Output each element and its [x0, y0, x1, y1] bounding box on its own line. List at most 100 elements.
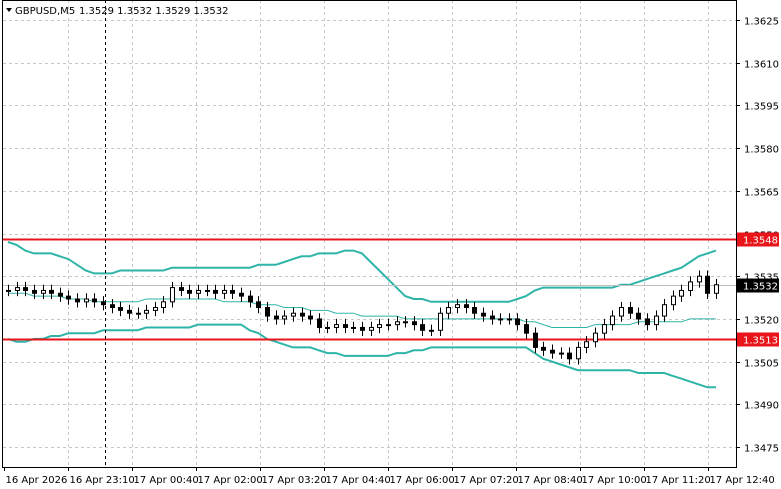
candle-body	[714, 284, 719, 294]
candle-body	[58, 292, 63, 297]
candle-body	[446, 307, 451, 314]
candle-body	[15, 287, 20, 291]
candle-body	[265, 307, 270, 317]
candle-body	[541, 346, 546, 351]
candle-body	[196, 289, 201, 294]
candle-body	[23, 287, 28, 291]
x-tick-label: 17 Apr 10:00	[582, 475, 647, 486]
candle-body	[205, 289, 210, 292]
candle-body	[705, 275, 710, 294]
candle-body	[127, 309, 132, 314]
candle-body	[395, 321, 400, 326]
candle-body	[515, 318, 520, 326]
candle-body	[420, 324, 425, 331]
candle-body	[291, 312, 296, 317]
y-tick-label: 1.3595	[744, 102, 779, 113]
candle-body	[334, 324, 339, 328]
candle-body	[576, 346, 581, 360]
candle-body	[464, 304, 469, 309]
candle-body	[84, 298, 89, 303]
candle-body	[144, 309, 149, 314]
symbol-label: GBPUSD,M5	[15, 6, 75, 17]
x-tick-label: 17 Apr 07:20	[454, 475, 519, 486]
candle-body	[481, 312, 486, 317]
candle-body	[697, 275, 702, 283]
candle-body	[179, 287, 184, 291]
candle-body	[377, 324, 382, 328]
x-tick-label: 17 Apr 08:40	[518, 475, 583, 486]
y-tick-label: 1.3580	[744, 145, 779, 156]
candle-body	[274, 315, 279, 320]
x-tick-label: 17 Apr 12:40	[710, 475, 775, 486]
candle-body	[308, 315, 313, 320]
ohlc-values: 1.3529 1.3532 1.3529 1.3532	[79, 6, 229, 17]
candle-body	[679, 289, 684, 297]
candle-body	[584, 341, 589, 348]
y-tick-label: 1.3505	[744, 359, 779, 370]
candle-body	[438, 312, 443, 331]
x-tick-label: 17 Apr 03:20	[262, 475, 327, 486]
candle-body	[161, 301, 166, 309]
x-tick-label: 17 Apr 06:00	[390, 475, 455, 486]
candle-body	[66, 295, 71, 300]
candle-body	[213, 289, 218, 294]
candle-body	[550, 349, 555, 354]
candle-body	[101, 301, 106, 306]
candle-body	[351, 326, 356, 329]
candle-body	[118, 307, 123, 311]
candle-body	[369, 326, 374, 331]
candle-body	[610, 315, 615, 326]
candle-body	[136, 312, 141, 315]
candle-body	[472, 307, 477, 314]
y-tick-label: 1.3490	[744, 401, 779, 412]
candle-body	[317, 318, 322, 328]
x-tick-label: 17 Apr 02:00	[198, 475, 263, 486]
x-tick-label: 17 Apr 11:20	[646, 475, 711, 486]
candle-body	[524, 324, 529, 334]
candle-body	[343, 324, 348, 328]
candle-body	[403, 321, 408, 324]
candle-body	[654, 315, 659, 326]
y-tick-label: 1.3520	[744, 316, 779, 327]
candle-body	[32, 289, 37, 294]
candle-body	[282, 315, 287, 320]
chart-header: GBPUSD,M5 1.3529 1.3532 1.3529 1.3532	[6, 6, 229, 17]
candle-body	[239, 292, 244, 297]
candle-body	[662, 304, 667, 317]
candle-body	[153, 307, 158, 311]
price-chart[interactable]: 1.36251.36101.35951.35801.35651.35501.35…	[0, 0, 781, 489]
candle-body	[636, 312, 641, 320]
y-tick-label: 1.3475	[744, 444, 779, 455]
candle-body	[490, 315, 495, 320]
candle-body	[429, 329, 434, 332]
y-tick-label: 1.3625	[744, 17, 779, 28]
candle-body	[75, 298, 80, 303]
y-tick-label: 1.3565	[744, 188, 779, 199]
candle-body	[688, 281, 693, 291]
candle-body	[386, 324, 391, 327]
candle-body	[6, 289, 11, 292]
candle-body	[602, 324, 607, 334]
y-tick-label: 1.3610	[744, 60, 779, 71]
candle-body	[230, 289, 235, 294]
candle-body	[455, 304, 460, 309]
candle-body	[671, 295, 676, 306]
candle-body	[325, 326, 330, 329]
candle-body	[533, 332, 538, 348]
level-label: 1.3548	[743, 236, 778, 247]
candle-body	[559, 352, 564, 355]
candle-body	[567, 352, 572, 360]
candle-body	[619, 307, 624, 317]
candle-body	[507, 318, 512, 321]
x-tick-label: 17 Apr 00:40	[134, 475, 199, 486]
chart-background	[0, 0, 781, 489]
candle-body	[41, 289, 46, 294]
candle-body	[92, 298, 97, 303]
candle-body	[498, 318, 503, 321]
candle-body	[248, 295, 253, 303]
candle-body	[412, 321, 417, 326]
current-price-label: 1.3532	[743, 282, 778, 293]
candle-body	[222, 289, 227, 294]
candle-body	[300, 312, 305, 317]
x-tick-label: 17 Apr 04:40	[326, 475, 391, 486]
